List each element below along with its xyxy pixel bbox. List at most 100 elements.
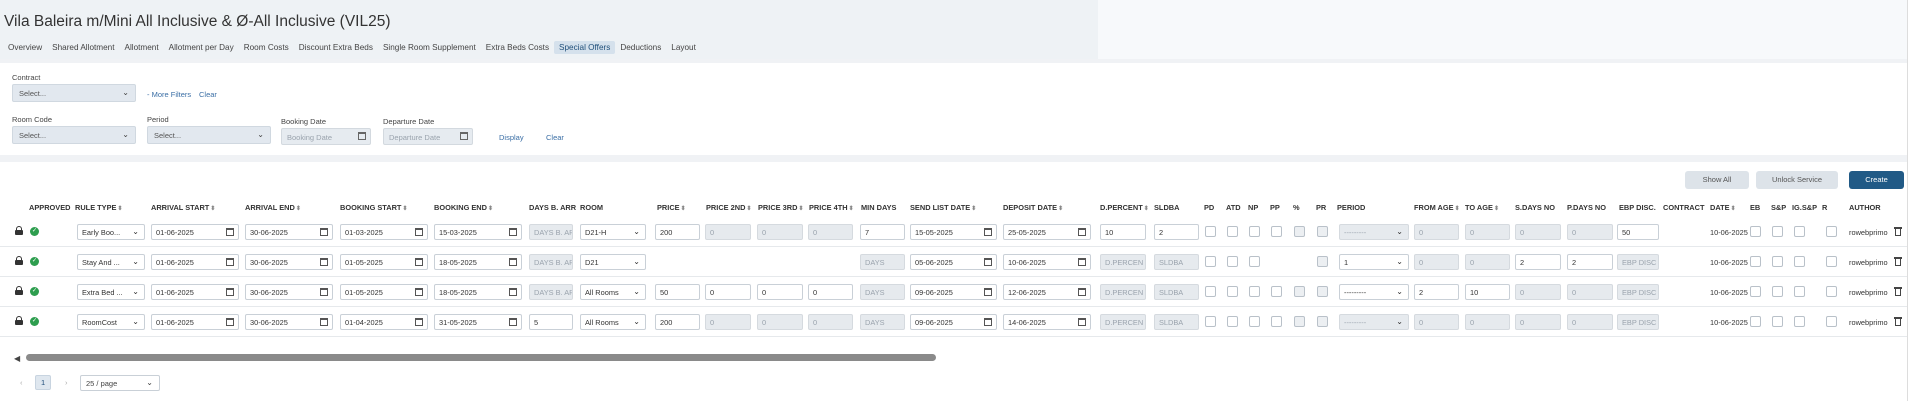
trash-icon[interactable] — [1894, 227, 1902, 236]
trash-icon[interactable] — [1894, 317, 1902, 326]
days-before-arrival-input[interactable]: DAYS B. AR — [529, 224, 573, 240]
arrival-start-input[interactable]: 01-06-2025 — [151, 284, 239, 300]
sldba-input[interactable]: SLDBA — [1154, 314, 1199, 330]
days-before-arrival-input[interactable]: DAYS B. AR — [529, 254, 573, 270]
arrival-end-input[interactable]: 30-06-2025 — [245, 284, 333, 300]
tab-layout[interactable]: Layout — [666, 41, 701, 54]
from-age-input[interactable]: 0 — [1414, 224, 1459, 240]
rule-type-select[interactable]: Early Boo... ⌄ — [77, 224, 145, 240]
np-checkbox[interactable] — [1249, 256, 1260, 267]
booking-start-input[interactable]: 01-05-2025 — [340, 284, 428, 300]
column-header[interactable]: RULE TYPE⬍ — [75, 203, 123, 212]
scroll-left-icon[interactable]: ◀ — [14, 354, 20, 363]
rule-type-select[interactable]: RoomCost ⌄ — [77, 314, 145, 330]
pr-checkbox[interactable] — [1317, 226, 1328, 237]
room-code-select[interactable]: Select... ⌄ — [12, 126, 136, 144]
from-age-input[interactable]: 0 — [1414, 314, 1459, 330]
from-age-input[interactable]: 2 — [1414, 284, 1459, 300]
pp-checkbox[interactable] — [1271, 286, 1282, 297]
pd-checkbox[interactable] — [1205, 226, 1216, 237]
atd-checkbox[interactable] — [1227, 226, 1238, 237]
sort-icon[interactable]: ⬍ — [488, 206, 493, 212]
sldba-input[interactable]: 2 — [1154, 224, 1199, 240]
period-select[interactable]: --------- ⌄ — [1339, 224, 1409, 240]
atd-checkbox[interactable] — [1227, 316, 1238, 327]
deposit-date-input[interactable]: 12-06-2025 — [1003, 284, 1091, 300]
tab-deductions[interactable]: Deductions — [615, 41, 666, 54]
min-days-input[interactable]: DAYS — [860, 314, 905, 330]
clear-filters-button[interactable]: Clear — [546, 133, 564, 142]
s-and-p-checkbox[interactable] — [1772, 316, 1783, 327]
vertical-scrollbar[interactable] — [1907, 0, 1914, 401]
s-and-p-checkbox[interactable] — [1772, 226, 1783, 237]
s-days-no-input[interactable]: 0 — [1515, 314, 1561, 330]
sort-icon[interactable]: ⬍ — [210, 206, 215, 212]
column-header[interactable]: BOOKING START⬍ — [340, 203, 407, 212]
sldba-input[interactable]: SLDBA — [1154, 284, 1199, 300]
np-checkbox[interactable] — [1249, 286, 1260, 297]
min-days-input[interactable]: DAYS — [860, 254, 905, 270]
booking-start-input[interactable]: 01-04-2025 — [340, 314, 428, 330]
tab-allotment-per-day[interactable]: Allotment per Day — [164, 41, 239, 54]
column-header[interactable]: PRICE⬍ — [657, 203, 686, 212]
deposit-date-input[interactable]: 25-05-2025 — [1003, 224, 1091, 240]
ebp-disc-input[interactable]: 50 — [1617, 224, 1659, 240]
days-before-arrival-input[interactable]: DAYS B. AR — [529, 284, 573, 300]
horizontal-scrollbar[interactable]: ◀ — [14, 354, 936, 363]
min-days-input[interactable]: DAYS — [860, 284, 905, 300]
ebp-disc-input[interactable]: EBP DISC — [1617, 254, 1659, 270]
tab-overview[interactable]: Overview — [3, 41, 47, 54]
sort-icon[interactable]: ⬍ — [1144, 206, 1149, 212]
send-list-date-input[interactable]: 09-06-2025 — [910, 314, 997, 330]
price-input[interactable]: 50 — [655, 284, 700, 300]
deposit-date-input[interactable]: 14-06-2025 — [1003, 314, 1091, 330]
atd-checkbox[interactable] — [1227, 286, 1238, 297]
more-filters-link[interactable]: - More Filters — [147, 90, 191, 99]
arrival-start-input[interactable]: 01-06-2025 — [151, 314, 239, 330]
column-header[interactable]: BOOKING END⬍ — [434, 203, 493, 212]
d-percent-input[interactable]: D.PERCEN — [1100, 314, 1146, 330]
column-header[interactable]: DATE⬍ — [1710, 203, 1736, 212]
price-3rd-input[interactable]: 0 — [757, 284, 803, 300]
price-2nd-input[interactable]: 0 — [705, 284, 751, 300]
contract-select[interactable]: Select... ⌄ — [12, 84, 136, 102]
column-header[interactable]: PRICE 3RD⬍ — [758, 203, 803, 212]
d-percent-input[interactable]: D.PERCEN — [1100, 284, 1146, 300]
arrival-start-input[interactable]: 01-06-2025 — [151, 254, 239, 270]
ig-s-and-p-checkbox[interactable] — [1794, 256, 1805, 267]
sort-icon[interactable]: ⬍ — [1058, 206, 1063, 212]
display-button[interactable]: Display — [499, 133, 524, 142]
column-header[interactable]: ARRIVAL END⬍ — [245, 203, 301, 212]
sort-icon[interactable]: ⬍ — [971, 206, 976, 212]
sort-icon[interactable]: ⬍ — [1731, 206, 1736, 212]
unlock-service-button[interactable]: Unlock Service — [1756, 171, 1838, 189]
ig-s-and-p-checkbox[interactable] — [1794, 316, 1805, 327]
tab-allotment[interactable]: Allotment — [119, 41, 163, 54]
sort-icon[interactable]: ⬍ — [117, 206, 122, 212]
scrollbar-thumb[interactable] — [26, 354, 936, 361]
tab-discount-extra-beds[interactable]: Discount Extra Beds — [294, 41, 378, 54]
p-days-no-input[interactable]: 0 — [1567, 284, 1613, 300]
d-percent-input[interactable]: D.PERCEN — [1100, 254, 1146, 270]
eb-checkbox[interactable] — [1750, 256, 1761, 267]
price-4th-input[interactable]: 0 — [808, 314, 853, 330]
d-percent-input[interactable]: 10 — [1100, 224, 1146, 240]
pr-checkbox[interactable] — [1317, 286, 1328, 297]
send-list-date-input[interactable]: 15-05-2025 — [910, 224, 997, 240]
from-age-input[interactable]: 0 — [1414, 254, 1459, 270]
tab-special-offers[interactable]: Special Offers — [554, 41, 616, 54]
column-header[interactable]: D.PERCENT⬍ — [1100, 203, 1149, 212]
price-input[interactable]: 200 — [655, 224, 700, 240]
next-page-button[interactable]: › — [65, 378, 68, 387]
lock-icon[interactable] — [15, 226, 23, 235]
price-2nd-input[interactable]: 0 — [705, 224, 751, 240]
price-3rd-input[interactable]: 0 — [757, 314, 803, 330]
eb-checkbox[interactable] — [1750, 226, 1761, 237]
booking-end-input[interactable]: 18-05-2025 — [434, 254, 522, 270]
pr-checkbox[interactable] — [1317, 256, 1328, 267]
tab-shared-allotment[interactable]: Shared Allotment — [47, 41, 119, 54]
percent-checkbox[interactable] — [1294, 286, 1305, 297]
s-and-p-checkbox[interactable] — [1772, 256, 1783, 267]
tab-extra-beds-costs[interactable]: Extra Beds Costs — [481, 41, 554, 54]
trash-icon[interactable] — [1894, 287, 1902, 296]
